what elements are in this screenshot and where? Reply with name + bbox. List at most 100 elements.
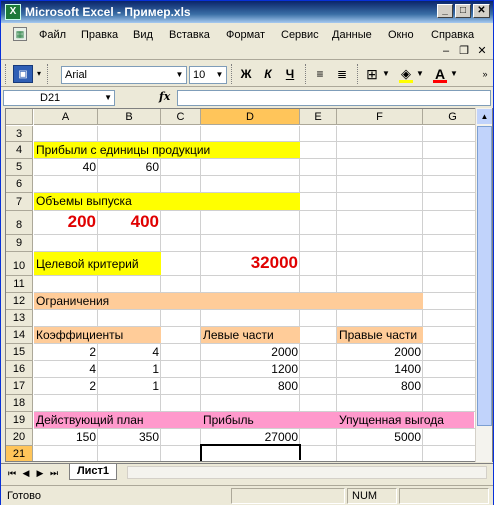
minimize-button[interactable]: _ — [437, 4, 453, 18]
cell-f16[interactable]: 1400 — [337, 362, 423, 376]
toolbar-options-icon[interactable]: ▾ — [35, 65, 43, 83]
name-box[interactable]: D21 ▼ — [3, 90, 115, 106]
menu-help[interactable]: Справка — [431, 29, 474, 41]
vertical-scrollbar[interactable]: ▲ — [475, 108, 492, 462]
row-header-16[interactable]: 16 — [6, 361, 33, 378]
cell-d10[interactable]: 32000 — [201, 253, 300, 273]
italic-button[interactable]: К — [259, 65, 277, 83]
save-icon[interactable]: ▣ — [13, 65, 33, 83]
cell-d17[interactable]: 800 — [201, 379, 300, 393]
row-header-8[interactable]: 8 — [6, 211, 33, 235]
menu-data[interactable]: Данные — [332, 29, 372, 41]
cell-a20[interactable]: 150 — [34, 430, 98, 444]
doc-minimize-button[interactable]: – — [439, 45, 453, 57]
doc-restore-button[interactable]: ❐ — [457, 45, 471, 57]
cell-b17[interactable]: 1 — [98, 379, 161, 393]
align-left-icon[interactable]: ≡ — [311, 65, 329, 83]
font-color-icon[interactable]: A — [431, 65, 449, 83]
title-bar[interactable]: X Microsoft Excel - Пример.xls _ □ ✕ — [1, 1, 493, 23]
chevron-down-icon[interactable]: ▼ — [104, 91, 112, 105]
align-center-icon[interactable]: ≣ — [333, 65, 351, 83]
cell-a15[interactable]: 2 — [34, 345, 98, 359]
row-header-6[interactable]: 6 — [6, 176, 33, 193]
row-header-18[interactable]: 18 — [6, 395, 33, 412]
fill-color-icon[interactable]: ◈ — [397, 65, 415, 83]
borders-icon[interactable]: ⊞ — [363, 65, 381, 83]
horizontal-scrollbar[interactable] — [127, 466, 487, 479]
cell-b5[interactable]: 60 — [98, 160, 161, 174]
cell-a16[interactable]: 4 — [34, 362, 98, 376]
toolbar-grip[interactable] — [5, 64, 8, 84]
cell-a7[interactable]: Объемы выпуска — [34, 194, 134, 208]
cell-b8[interactable]: 400 — [98, 212, 161, 232]
cell-f17[interactable]: 800 — [337, 379, 423, 393]
next-sheet-icon[interactable]: ▶ — [35, 467, 45, 479]
menu-view[interactable]: Вид — [133, 29, 153, 41]
row-header-5[interactable]: 5 — [6, 159, 33, 176]
chevron-down-icon[interactable]: ▼ — [416, 65, 424, 83]
column-header-c[interactable]: C — [161, 109, 201, 125]
cell-f14[interactable]: Правые части — [337, 328, 419, 342]
row-header-11[interactable]: 11 — [6, 276, 33, 293]
font-name-select[interactable]: Arial ▼ — [61, 66, 187, 84]
cell-d14[interactable]: Левые части — [201, 328, 276, 342]
cell-a14[interactable]: Коэффициенты — [34, 328, 125, 342]
column-header-d[interactable]: D — [201, 109, 300, 125]
cell-d19[interactable]: Прибыль — [201, 413, 256, 427]
row-header-17[interactable]: 17 — [6, 378, 33, 395]
first-sheet-icon[interactable]: ⏮ — [7, 467, 17, 479]
vertical-scroll-thumb[interactable] — [477, 126, 492, 426]
menu-window[interactable]: Окно — [388, 29, 414, 41]
scroll-up-icon[interactable]: ▲ — [477, 109, 492, 124]
sheet-tab-1[interactable]: Лист1 — [69, 464, 117, 480]
chevron-down-icon[interactable]: ▼ — [450, 65, 458, 83]
toolbar-options-icon[interactable]: » — [481, 65, 489, 83]
select-all-corner[interactable] — [6, 109, 33, 125]
row-header-7[interactable]: 7 — [6, 193, 33, 211]
menu-file[interactable]: Файл — [39, 29, 66, 41]
cell-f20[interactable]: 5000 — [337, 430, 423, 444]
cell-f15[interactable]: 2000 — [337, 345, 423, 359]
cell-a17[interactable]: 2 — [34, 379, 98, 393]
prev-sheet-icon[interactable]: ◀ — [21, 467, 31, 479]
cell-d15[interactable]: 2000 — [201, 345, 300, 359]
cell-a4[interactable]: Прибыли с единицы продукции — [34, 143, 212, 157]
column-header-f[interactable]: F — [337, 109, 423, 125]
column-header-g[interactable]: G — [423, 109, 483, 125]
toolbar-grip[interactable] — [357, 64, 360, 84]
row-header-9[interactable]: 9 — [6, 235, 33, 252]
underline-button[interactable]: Ч — [281, 65, 299, 83]
cell-b16[interactable]: 1 — [98, 362, 161, 376]
cell-d16[interactable]: 1200 — [201, 362, 300, 376]
cell-a10[interactable]: Целевой критерий — [34, 257, 141, 271]
column-header-e[interactable]: E — [300, 109, 337, 125]
row-header-4[interactable]: 4 — [6, 142, 33, 159]
column-header-a[interactable]: A — [34, 109, 98, 125]
doc-close-button[interactable]: ✕ — [475, 45, 489, 57]
bold-button[interactable]: Ж — [237, 65, 255, 83]
row-header-12[interactable]: 12 — [6, 293, 33, 310]
fill-handle[interactable] — [298, 460, 303, 461]
maximize-button[interactable]: □ — [455, 4, 471, 18]
cell-a19[interactable]: Действующий план — [34, 413, 146, 427]
cell-b20[interactable]: 350 — [98, 430, 161, 444]
chevron-down-icon[interactable]: ▼ — [382, 65, 390, 83]
row-header-3[interactable]: 3 — [6, 126, 33, 142]
insert-function-icon[interactable]: fx — [159, 90, 170, 103]
cell-d20[interactable]: 27000 — [201, 430, 300, 444]
row-header-13[interactable]: 13 — [6, 310, 33, 327]
formula-input[interactable] — [177, 90, 491, 106]
menu-edit[interactable]: Правка — [81, 29, 118, 41]
menu-tools[interactable]: Сервис — [281, 29, 319, 41]
cell-a12[interactable]: Ограничения — [34, 294, 111, 308]
font-size-select[interactable]: 10 ▼ — [189, 66, 227, 84]
cell-a8[interactable]: 200 — [34, 212, 98, 232]
row-header-21[interactable]: 21 — [6, 446, 33, 461]
cell-f19[interactable]: Упущенная выгода — [337, 413, 446, 427]
row-header-20[interactable]: 20 — [6, 429, 33, 446]
worksheet-grid[interactable]: A B C D E F G 3 4 5 6 7 8 9 10 11 12 13 … — [5, 108, 493, 462]
toolbar-grip[interactable] — [305, 64, 308, 84]
selected-cell-d21[interactable] — [200, 444, 301, 461]
close-button[interactable]: ✕ — [473, 4, 490, 18]
row-header-15[interactable]: 15 — [6, 344, 33, 361]
